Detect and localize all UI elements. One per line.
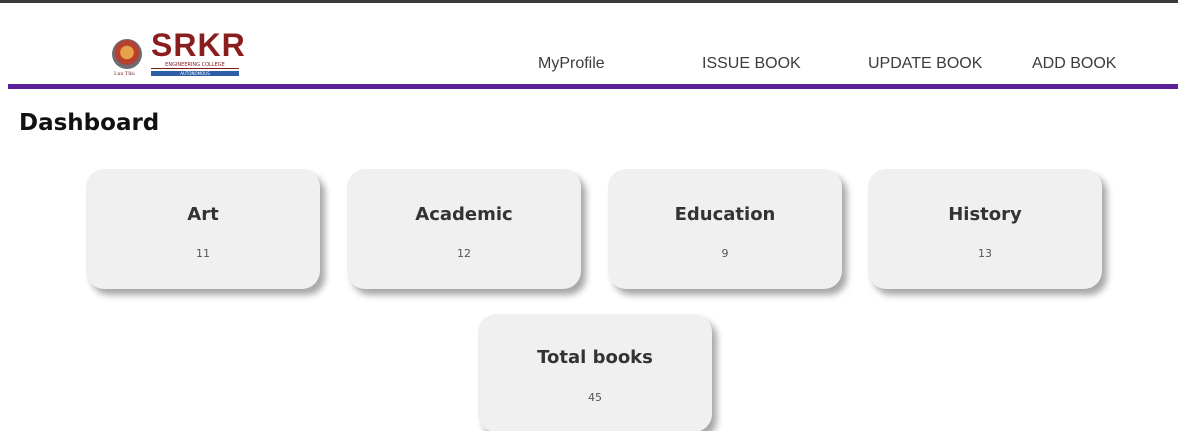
total-books-label: Total books: [537, 347, 653, 368]
top-border: [0, 0, 1178, 12]
college-logo[interactable]: Lux Tibi SRKR ENGINEERING COLLEGE AUTONO…: [112, 27, 248, 80]
nav-divider: [8, 84, 1178, 89]
total-books-card[interactable]: Total books 45: [478, 314, 712, 431]
category-name: Academic: [415, 204, 513, 225]
category-count: 13: [978, 247, 992, 260]
brand-tagline: AUTONOMOUS: [151, 71, 239, 76]
brand-wordmark: SRKR: [151, 27, 246, 63]
category-count: 11: [196, 247, 210, 260]
total-books-count: 45: [588, 391, 602, 404]
category-card-art[interactable]: Art 11: [86, 169, 320, 289]
seal-caption: Lux Tibi: [114, 71, 135, 77]
category-count: 12: [457, 247, 471, 260]
navbar: Lux Tibi SRKR ENGINEERING COLLEGE AUTONO…: [0, 12, 1178, 88]
category-name: History: [948, 204, 1022, 225]
category-name: Art: [187, 204, 219, 225]
nav-update-book[interactable]: UPDATE BOOK: [868, 55, 982, 73]
category-card-history[interactable]: History 13: [868, 169, 1102, 289]
category-card-education[interactable]: Education 9: [608, 169, 842, 289]
nav-issue-book[interactable]: ISSUE BOOK: [702, 55, 801, 73]
nav-myprofile[interactable]: MyProfile: [538, 55, 605, 73]
nav-add-book[interactable]: ADD BOOK: [1032, 55, 1116, 73]
category-name: Education: [674, 204, 776, 225]
category-count: 9: [721, 247, 729, 260]
brand-subtitle: ENGINEERING COLLEGE: [151, 62, 239, 69]
college-seal-icon: [112, 39, 142, 69]
page-title: Dashboard: [19, 110, 160, 136]
category-card-academic[interactable]: Academic 12: [347, 169, 581, 289]
